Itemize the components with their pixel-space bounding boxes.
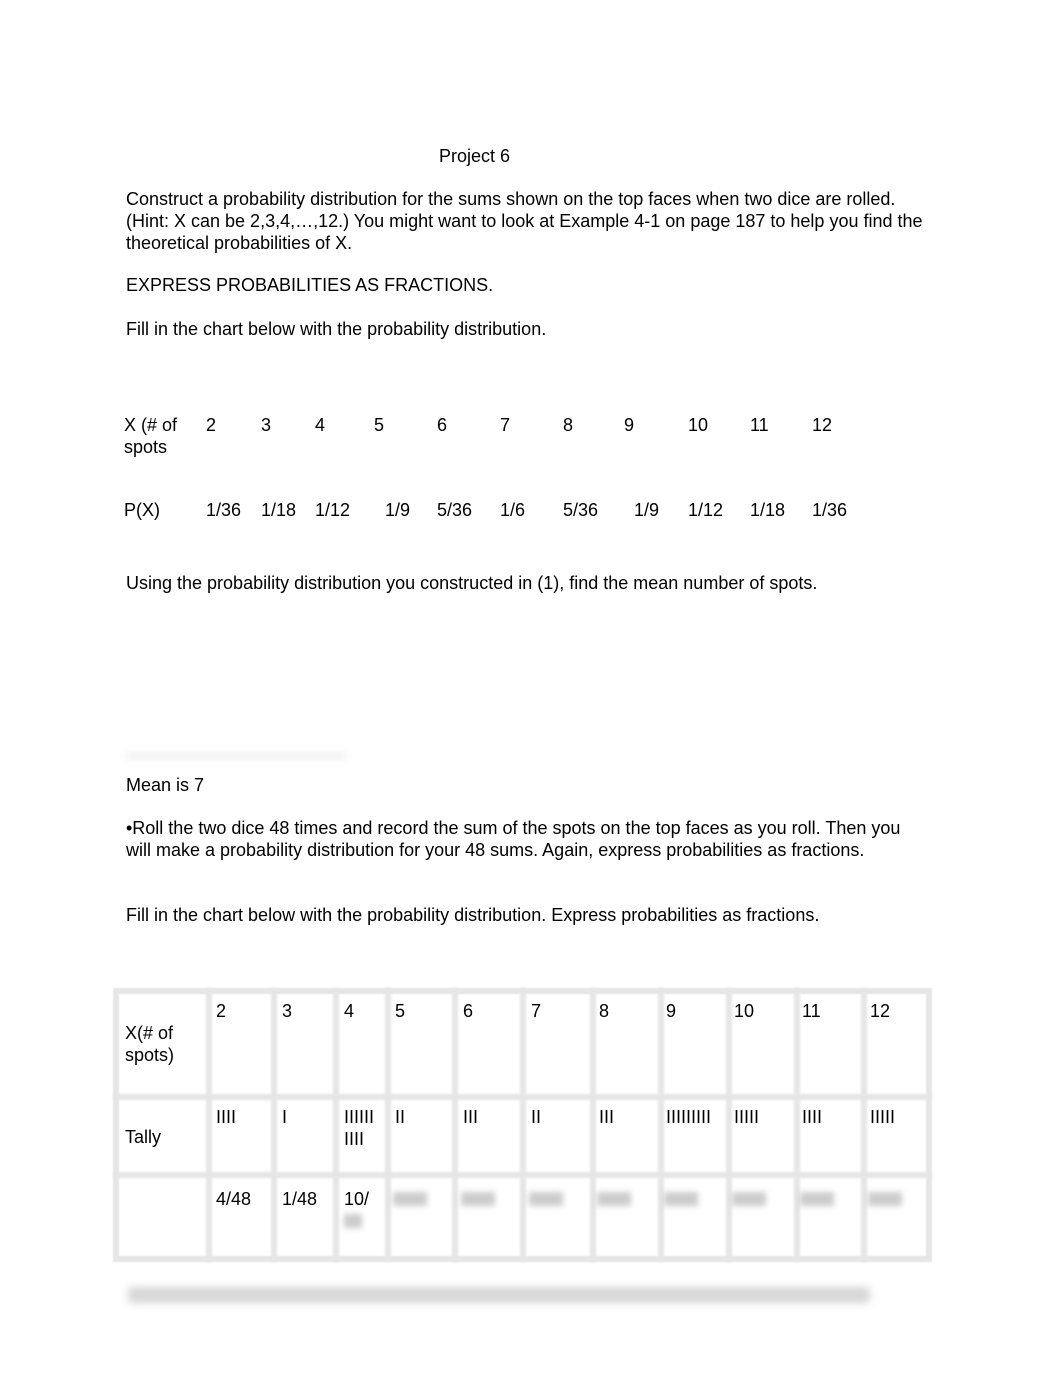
x-value: 4: [315, 415, 326, 435]
tally-value: II: [395, 1107, 406, 1127]
x-value: 3: [282, 1001, 293, 1021]
p-value: 5/36: [563, 500, 599, 520]
x-value: 3: [261, 415, 272, 435]
column-divider: [206, 988, 212, 1262]
blurred-text: [128, 1287, 870, 1303]
tally-value: IIIIII IIII: [344, 1107, 375, 1149]
tally-value: IIIIIIIII: [666, 1107, 712, 1127]
p-value: 1/12: [688, 500, 724, 520]
x-value: 6: [463, 1001, 474, 1021]
p-value: 1/36: [206, 500, 242, 520]
row-divider: [113, 1094, 932, 1100]
roll-instructions: •Roll the two dice 48 times and record t…: [126, 818, 901, 860]
tally-value: III: [599, 1107, 615, 1127]
p-value: 1/6: [500, 500, 526, 520]
blurred-probability: [461, 1192, 495, 1206]
tally-value: I: [282, 1107, 288, 1127]
x-label-line2: spots): [125, 1045, 175, 1065]
blurred-probability: [664, 1192, 698, 1206]
column-divider: [452, 988, 458, 1262]
tally-value: III: [463, 1107, 479, 1127]
p-value: 1/9: [385, 500, 411, 520]
x-value: 11: [750, 415, 769, 435]
blurred-probability: [344, 1214, 362, 1228]
blurred-line: [126, 754, 346, 758]
tally-value: IIII: [216, 1107, 237, 1127]
x-label-line2: spots: [124, 437, 168, 457]
x-value: 10: [734, 1001, 755, 1021]
tally-label: Tally: [125, 1127, 162, 1147]
x-value: 12: [812, 415, 833, 435]
mean-answer: Mean is 7: [126, 775, 205, 795]
x-value: 2: [206, 415, 217, 435]
p-value: 1/9: [634, 500, 660, 520]
x-value: 11: [802, 1001, 821, 1021]
tally-value: IIIII: [734, 1107, 760, 1127]
blurred-probability: [597, 1192, 631, 1206]
x-value: 4: [344, 1001, 355, 1021]
intro-paragraph: Construct a probability distribution for…: [126, 189, 923, 253]
p-value: 1/18: [261, 500, 297, 520]
x-value: 12: [870, 1001, 891, 1021]
p-value: 5/36: [437, 500, 473, 520]
x-value: 10: [688, 415, 709, 435]
probability-value: 4/48: [216, 1189, 252, 1209]
column-divider: [333, 988, 339, 1262]
p-label: P(X): [124, 500, 160, 520]
x-value: 5: [374, 415, 385, 435]
x-label: X(# of: [125, 1023, 174, 1043]
page-title: Project 6: [439, 146, 511, 166]
column-divider: [861, 988, 867, 1262]
blurred-probability: [393, 1192, 427, 1206]
blurred-probability: [732, 1192, 766, 1206]
p-value: 1/12: [315, 500, 351, 520]
column-divider: [794, 988, 800, 1262]
x-label: X (# of: [124, 415, 178, 435]
column-divider: [520, 988, 526, 1262]
p-value: 1/18: [750, 500, 786, 520]
column-divider: [271, 988, 277, 1262]
column-divider: [385, 988, 391, 1262]
tally-value: II: [531, 1107, 542, 1127]
row-divider: [113, 1172, 932, 1178]
x-value: 9: [666, 1001, 677, 1021]
x-value: 6: [437, 415, 448, 435]
probability-value: 1/48: [282, 1189, 318, 1209]
blurred-probability: [529, 1192, 563, 1206]
express-instruction: EXPRESS PROBABILITIES AS FRACTIONS.: [126, 275, 494, 295]
column-divider: [590, 988, 596, 1262]
tally-value: IIIII: [870, 1107, 896, 1127]
probability-value: 10/: [344, 1189, 370, 1209]
blurred-probability: [868, 1192, 902, 1206]
fill-instruction-2: Fill in the chart below with the probabi…: [126, 905, 820, 925]
fill-instruction-1: Fill in the chart below with the probabi…: [126, 319, 547, 339]
column-divider: [726, 988, 732, 1262]
x-value: 7: [500, 415, 511, 435]
x-value: 2: [216, 1001, 227, 1021]
tally-value: IIII: [802, 1107, 823, 1127]
p-value: 1/36: [812, 500, 848, 520]
x-value: 8: [563, 415, 574, 435]
x-value: 8: [599, 1001, 610, 1021]
column-divider: [658, 988, 664, 1262]
x-value: 7: [531, 1001, 542, 1021]
x-value: 9: [624, 415, 635, 435]
x-value: 5: [395, 1001, 406, 1021]
mean-question: Using the probability distribution you c…: [126, 573, 818, 593]
blurred-probability: [800, 1192, 834, 1206]
